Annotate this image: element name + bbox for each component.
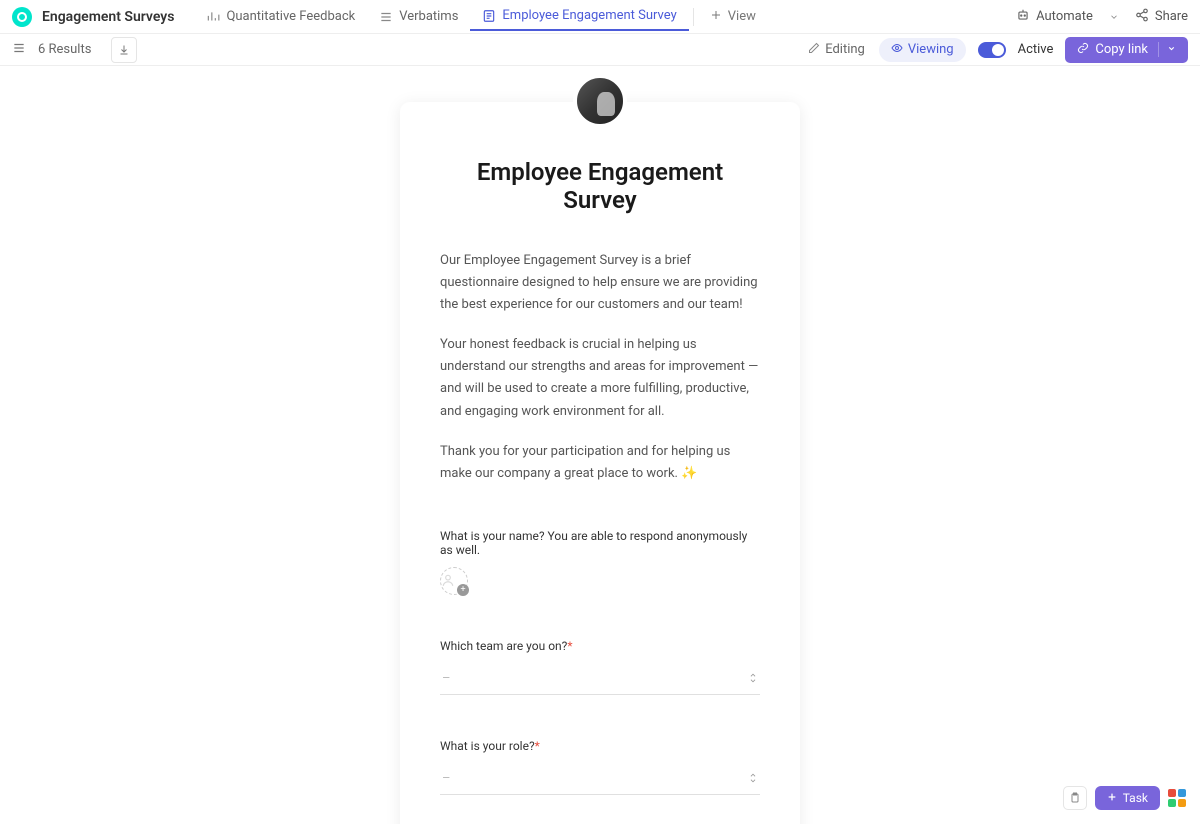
app-grid-cell — [1168, 799, 1176, 807]
divider — [693, 8, 694, 26]
form-description: Our Employee Engagement Survey is a brie… — [440, 250, 760, 485]
dropdown-role[interactable]: – — [440, 763, 760, 795]
question-block-name: What is your name? You are able to respo… — [440, 529, 760, 595]
intro-paragraph: Thank you for your participation and for… — [440, 441, 760, 485]
nav-tab-verbatims[interactable]: Verbatims — [367, 3, 470, 30]
edit-view-toggle: Editing Viewing — [798, 38, 965, 62]
active-toggle[interactable] — [978, 42, 1006, 58]
nav-tab-label: Verbatims — [399, 9, 458, 24]
plus-icon — [710, 9, 722, 25]
app-grid-cell — [1168, 789, 1176, 797]
app-grid-cell — [1178, 799, 1186, 807]
editing-label: Editing — [825, 42, 865, 57]
viewing-label: Viewing — [908, 42, 954, 57]
copy-link-button[interactable]: Copy link — [1065, 37, 1188, 63]
form-avatar — [573, 74, 627, 128]
nav-tab-survey[interactable]: Employee Engagement Survey — [470, 2, 688, 31]
pencil-icon — [808, 42, 820, 58]
new-task-button[interactable]: Task — [1095, 786, 1160, 810]
question-label: What is your role?* — [440, 739, 760, 753]
active-label: Active — [1018, 42, 1054, 57]
intro-paragraph: Your honest feedback is crucial in helpi… — [440, 334, 760, 422]
caret-icon — [748, 673, 758, 683]
required-star: * — [567, 639, 572, 653]
form-card: Employee Engagement Survey Our Employee … — [400, 102, 800, 824]
question-label: Which team are you on?* — [440, 639, 760, 653]
app-grid-cell — [1178, 789, 1186, 797]
top-nav: Engagement Surveys Quantitative Feedback… — [0, 0, 1200, 34]
editing-mode-button[interactable]: Editing — [798, 38, 875, 62]
share-button[interactable]: Share — [1135, 8, 1188, 26]
caret-icon — [748, 773, 758, 783]
results-count[interactable]: 6 Results — [38, 42, 91, 57]
nav-tab-label: Quantitative Feedback — [226, 9, 355, 24]
chevron-down-icon[interactable] — [1109, 7, 1119, 26]
question-label: What is your name? You are able to respo… — [440, 529, 760, 557]
eye-icon — [891, 42, 903, 58]
intro-paragraph: Our Employee Engagement Survey is a brie… — [440, 250, 760, 316]
person-icon — [441, 573, 455, 587]
question-block-role: What is your role?* – — [440, 739, 760, 795]
list-icon — [379, 10, 393, 24]
add-view-button[interactable]: View — [698, 3, 768, 31]
robot-icon — [1016, 8, 1030, 26]
form-title: Employee Engagement Survey — [440, 158, 760, 214]
poll-icon — [206, 10, 220, 24]
form-container[interactable]: Employee Engagement Survey Our Employee … — [0, 66, 1200, 824]
person-picker[interactable] — [440, 567, 468, 595]
hamburger-icon[interactable] — [12, 40, 26, 59]
task-label: Task — [1123, 791, 1148, 805]
logo-badge[interactable] — [12, 7, 32, 27]
share-label: Share — [1155, 9, 1188, 24]
required-star: * — [535, 739, 540, 753]
copy-link-label: Copy link — [1095, 42, 1148, 57]
toggle-knob — [992, 44, 1004, 56]
toolbar-left: 6 Results — [12, 37, 137, 63]
share-icon — [1135, 8, 1149, 26]
nav-tab-label: Employee Engagement Survey — [502, 8, 676, 23]
question-block-team: Which team are you on?* – — [440, 639, 760, 695]
automate-label: Automate — [1036, 9, 1093, 24]
clipboard-button[interactable] — [1063, 786, 1087, 810]
link-icon — [1077, 42, 1089, 58]
download-icon — [118, 44, 130, 56]
chevron-down-icon[interactable] — [1158, 42, 1176, 57]
toolbar: 6 Results Editing Viewing Active — [0, 34, 1200, 66]
plus-icon — [1107, 791, 1117, 805]
dropdown-team[interactable]: – — [440, 663, 760, 695]
add-view-label: View — [728, 9, 756, 24]
form-icon — [482, 9, 496, 23]
viewing-mode-button[interactable]: Viewing — [879, 38, 966, 62]
download-button[interactable] — [111, 37, 137, 63]
clipboard-icon — [1069, 792, 1081, 804]
form-card-wrapper: Employee Engagement Survey Our Employee … — [400, 76, 800, 824]
ring-icon — [16, 11, 28, 23]
app-switcher-button[interactable] — [1168, 789, 1186, 807]
nav-tab-quantitative[interactable]: Quantitative Feedback — [194, 3, 367, 30]
floating-controls: Task — [1063, 786, 1186, 810]
top-right-controls: Automate Share — [1016, 7, 1188, 26]
workspace-title[interactable]: Engagement Surveys — [42, 9, 174, 25]
dropdown-placeholder: – — [442, 671, 451, 686]
automate-button[interactable]: Automate — [1016, 8, 1093, 26]
toolbar-right: Editing Viewing Active Copy link — [798, 37, 1188, 63]
dropdown-placeholder: – — [442, 771, 451, 786]
sparkle-emoji: ✨ — [681, 463, 697, 485]
